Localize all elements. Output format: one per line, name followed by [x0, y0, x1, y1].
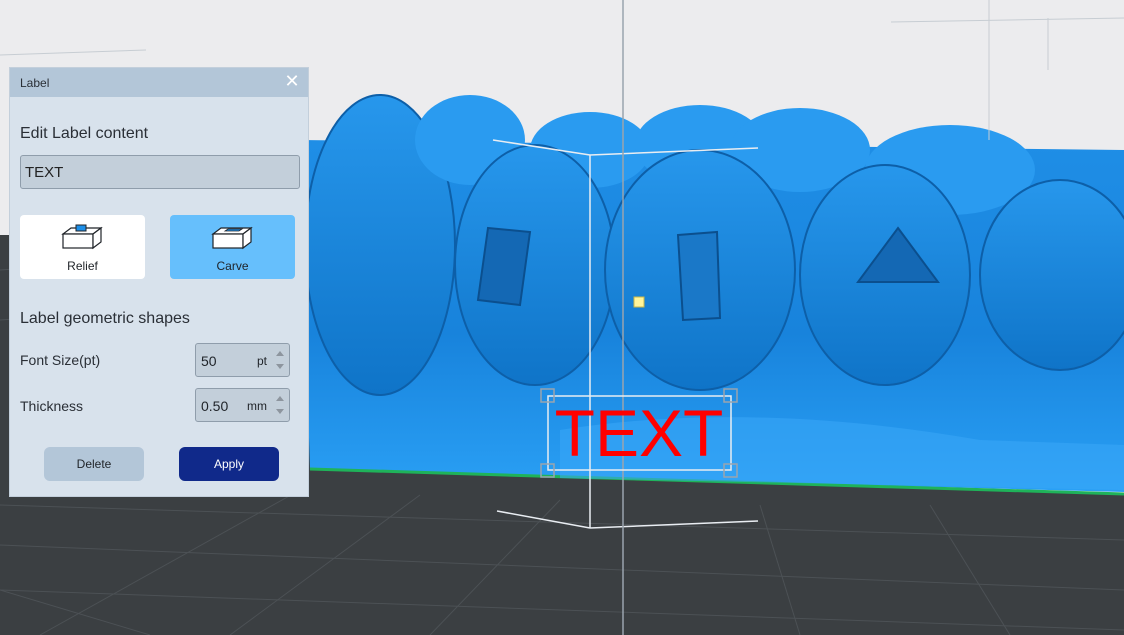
apply-button[interactable]: Apply [179, 447, 279, 481]
panel-title: Label [20, 76, 50, 90]
carve-button[interactable]: Carve [170, 215, 295, 279]
relief-label: Relief [67, 259, 98, 273]
font-size-spinbox[interactable]: 50 pt [195, 343, 290, 377]
increment-arrow-icon[interactable] [276, 396, 284, 401]
font-size-value[interactable]: 50 [201, 353, 217, 369]
thickness-spinbox[interactable]: 0.50 mm [195, 388, 290, 422]
increment-arrow-icon[interactable] [276, 351, 284, 356]
move-handle[interactable] [633, 296, 645, 308]
font-size-unit: pt [256, 354, 267, 368]
delete-button[interactable]: Delete [44, 447, 144, 481]
decrement-arrow-icon[interactable] [276, 409, 284, 414]
carve-box-icon [211, 226, 253, 250]
relief-button[interactable]: Relief [20, 215, 145, 279]
font-size-stepper [274, 347, 286, 373]
label-text-input[interactable] [20, 155, 300, 189]
thickness-stepper [274, 392, 286, 418]
close-icon[interactable]: ✕ [284, 72, 300, 90]
label-preview-text: TEXT [555, 396, 724, 470]
font-size-label: Font Size(pt) [20, 352, 101, 368]
thickness-value[interactable]: 0.50 [201, 398, 228, 414]
thickness-label: Thickness [20, 398, 84, 414]
label-geometric-shapes-title: Label geometric shapes [20, 310, 190, 327]
carve-label: Carve [216, 259, 249, 273]
edit-label-content-title: Edit Label content [20, 125, 149, 142]
relief-box-icon [61, 224, 103, 250]
decrement-arrow-icon[interactable] [276, 364, 284, 369]
label-panel: Label ✕ Edit Label content Relief Carve … [9, 67, 309, 497]
panel-header: Label ✕ [10, 68, 308, 97]
thickness-unit: mm [247, 399, 267, 413]
